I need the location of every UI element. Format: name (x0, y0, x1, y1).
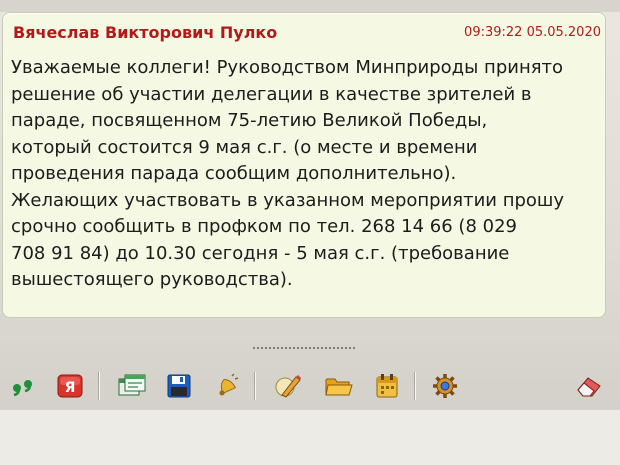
letter-ya-icon: Я (57, 374, 83, 398)
calendar-button[interactable] (372, 371, 402, 401)
svg-text:Я: Я (65, 380, 76, 396)
sender-name[interactable]: Вячеслав Викторович Пулко (13, 23, 277, 42)
toolbar-separator (254, 372, 256, 400)
message-input-area[interactable] (0, 410, 620, 465)
splitter-grip[interactable] (252, 346, 356, 350)
floppy-disk-icon (167, 374, 191, 398)
pane-splitter[interactable] (0, 338, 620, 358)
quote-icon (10, 375, 36, 397)
toolbar-separator (98, 372, 100, 400)
window-top-strip (0, 0, 620, 12)
message-body: Уважаемые коллеги! Руководством Минприро… (11, 55, 607, 294)
bell-icon (214, 373, 240, 399)
save-button[interactable] (164, 371, 194, 401)
toolbar-separator (414, 372, 416, 400)
message-line: проведения парада сообщим дополнительно)… (11, 163, 457, 184)
clear-button[interactable] (574, 371, 604, 401)
smileys-button[interactable] (273, 371, 303, 401)
quote-button[interactable] (8, 371, 38, 401)
calendar-icon (375, 373, 399, 399)
message-line: решение об участии делегации в качестве … (11, 83, 532, 105)
alert-button[interactable] (212, 371, 242, 401)
settings-button[interactable] (430, 371, 460, 401)
chat-message: Вячеслав Викторович Пулко 09:39:22 05.05… (2, 12, 606, 318)
folder-icon (325, 374, 353, 398)
send-file-button[interactable] (324, 371, 354, 401)
message-line: Желающих участвовать в указанном меропри… (11, 189, 565, 211)
message-header: Вячеслав Викторович Пулко 09:39:22 05.05… (13, 21, 601, 45)
message-line: вышестоящего руководства). (11, 269, 293, 290)
input-toolbar: Я (0, 362, 620, 410)
windows-icon (118, 374, 146, 398)
gear-icon (432, 373, 458, 399)
eraser-icon (575, 374, 603, 398)
screenshot-button[interactable] (117, 371, 147, 401)
translit-button[interactable]: Я (55, 371, 85, 401)
message-line: 708 91 84) до 10.30 сегодня - 5 мая с.г.… (11, 242, 510, 264)
message-line: срочно сообщить в профком по тел. 268 14… (11, 216, 517, 237)
message-timestamp: 09:39:22 05.05.2020 (464, 25, 601, 40)
message-line: Уважаемые коллеги! Руководством Минприро… (11, 57, 564, 78)
message-line: который состоится 9 мая с.г. (о месте и … (11, 136, 478, 158)
message-line: параде, посвященном 75-летию Великой Поб… (11, 110, 488, 131)
pencil-icon (274, 373, 302, 399)
